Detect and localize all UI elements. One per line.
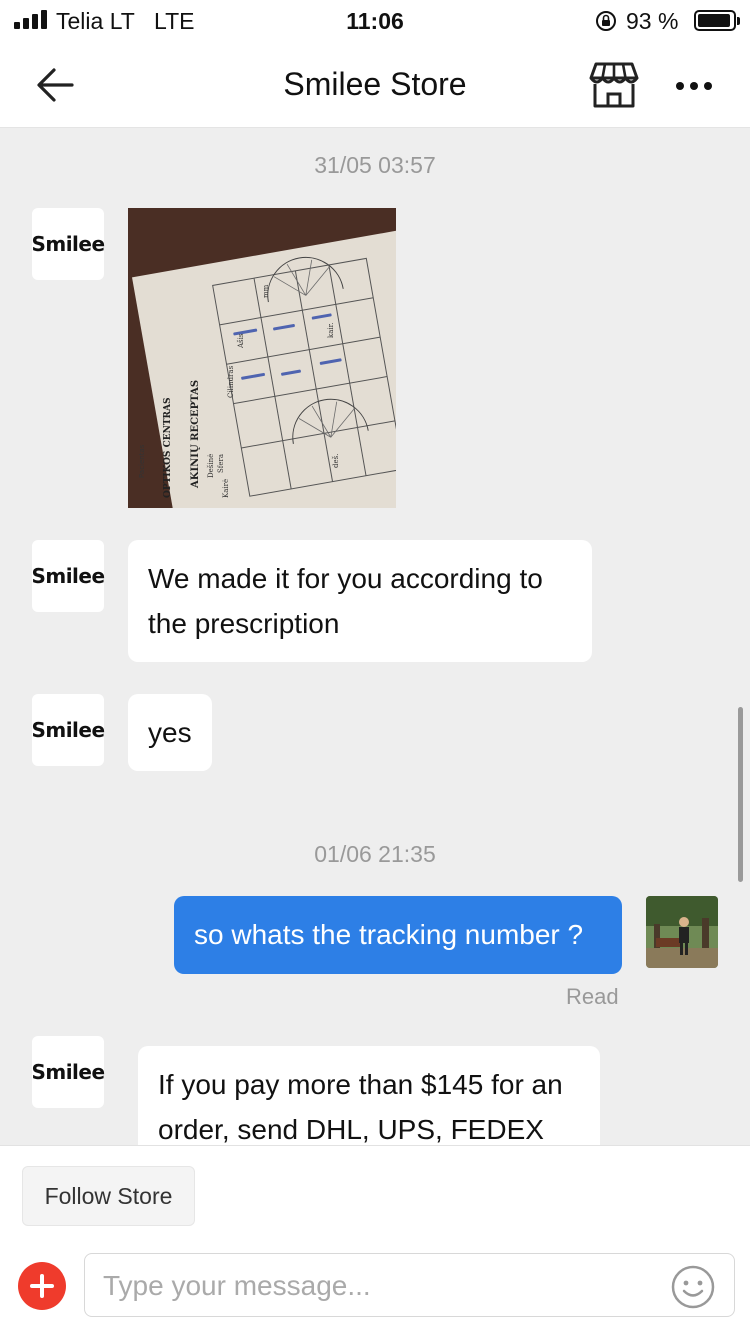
- read-status: Read: [566, 984, 619, 1009]
- composer-area: Follow Store: [0, 1145, 750, 1334]
- photo-label-desine: Dešinė: [206, 454, 215, 478]
- timestamp: 01/06 21:35: [314, 841, 436, 867]
- seller-avatar[interactable]: Smilee: [31, 540, 105, 612]
- more-dots-icon[interactable]: [672, 70, 716, 100]
- seller-avatar[interactable]: Smilee: [31, 1036, 105, 1108]
- photo-label-asis: Ašis: [236, 333, 245, 349]
- message-input-box[interactable]: [84, 1253, 735, 1317]
- battery-icon: [694, 10, 740, 31]
- prescription-photo[interactable]: OPTIKOS CENTRAS AKINIŲ RECEPTAS Pacienta…: [128, 208, 396, 508]
- message-input[interactable]: [103, 1262, 643, 1310]
- incoming-message-bubble: We made it for you according to the pres…: [128, 540, 592, 662]
- timestamp: 31/05 03:57: [314, 152, 436, 178]
- photo-label-mm: mm: [262, 284, 270, 298]
- emoji-icon[interactable]: [670, 1264, 716, 1310]
- photo-label-sfera: Sfera: [217, 454, 225, 473]
- photo-label-kair: kair.: [327, 323, 335, 338]
- battery-percent: 93 %: [626, 8, 679, 34]
- incoming-message-bubble: yes: [128, 694, 212, 771]
- outgoing-message-bubble: so whats the tracking number ?: [174, 896, 622, 974]
- follow-store-button[interactable]: Follow Store: [22, 1166, 195, 1226]
- add-attachment-icon[interactable]: [18, 1262, 66, 1310]
- incoming-message-bubble: If you pay more than $145 for an order, …: [138, 1046, 600, 1145]
- prescription-image: OPTIKOS CENTRAS AKINIŲ RECEPTAS Pacienta…: [128, 208, 396, 508]
- scrollbar[interactable]: [738, 707, 743, 882]
- seller-avatar[interactable]: Smilee: [31, 694, 105, 766]
- photo-label-pacientas: Pacientas: [138, 444, 146, 478]
- nav-bar: Smilee Store: [0, 42, 750, 128]
- status-bar: Telia LT LTE 11:06 93 %: [0, 0, 750, 42]
- chat-area[interactable]: 31/05 03:57 Smilee OPTIKOS CENTRAS AKINI…: [0, 129, 750, 1145]
- photo-label-des: deš.: [331, 454, 340, 468]
- photo-title: AKINIŲ RECEPTAS: [190, 380, 201, 489]
- seller-avatar[interactable]: Smilee: [31, 208, 105, 280]
- storefront-icon[interactable]: [588, 60, 640, 110]
- photo-label-kaire: Kairė: [222, 479, 230, 498]
- orientation-lock-icon: [596, 11, 616, 31]
- photo-label-cilindras: Cilindras: [227, 365, 235, 398]
- user-avatar[interactable]: [646, 896, 718, 968]
- photo-brand: OPTIKOS CENTRAS: [163, 398, 173, 498]
